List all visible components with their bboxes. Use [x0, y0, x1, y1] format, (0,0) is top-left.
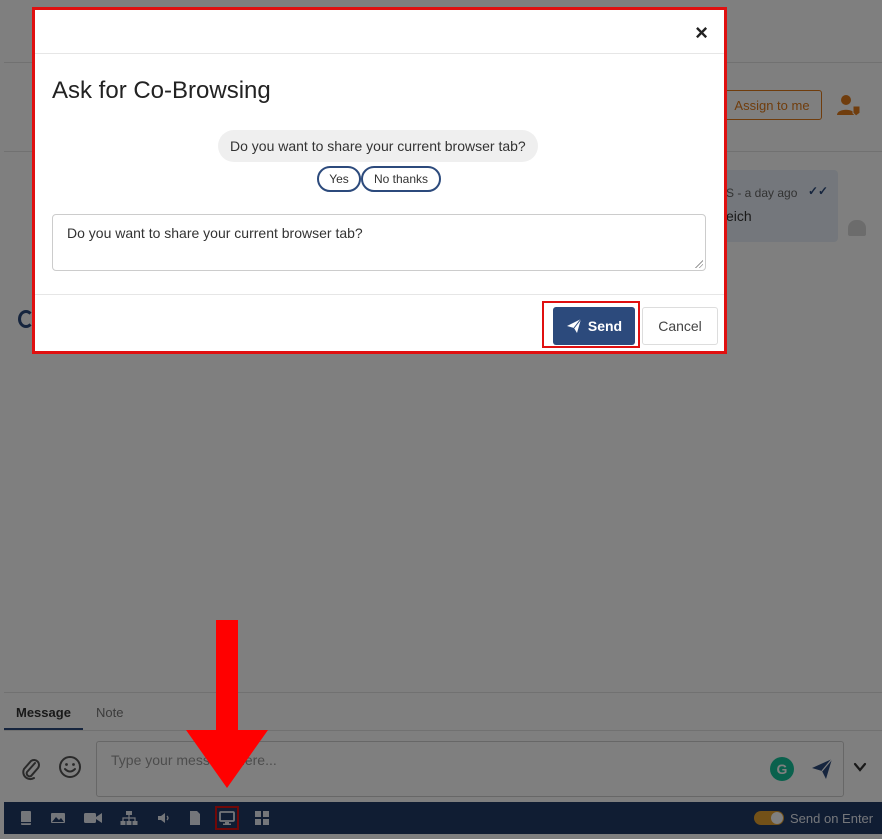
- cancel-button[interactable]: Cancel: [642, 307, 718, 345]
- annotation-arrow-head: [186, 730, 268, 788]
- annotation-arrow-shaft: [216, 620, 238, 732]
- modal-title: Ask for Co-Browsing: [52, 77, 271, 104]
- preview-no-thanks-button[interactable]: No thanks: [361, 166, 441, 192]
- co-browsing-message-textarea[interactable]: Do you want to share your current browse…: [52, 214, 706, 271]
- preview-yes-button[interactable]: Yes: [317, 166, 361, 192]
- modal-footer-divider: [35, 294, 724, 295]
- send-button[interactable]: Send: [553, 307, 635, 345]
- preview-question-bubble: Do you want to share your current browse…: [218, 130, 538, 162]
- textarea-value: Do you want to share your current browse…: [67, 225, 363, 241]
- resize-handle-icon[interactable]: [695, 260, 703, 268]
- close-icon[interactable]: ×: [695, 22, 708, 44]
- paper-plane-icon: [566, 318, 582, 333]
- modal-header-divider: [35, 53, 724, 54]
- co-browsing-modal: × Ask for Co-Browsing Do you want to sha…: [32, 7, 727, 354]
- send-button-label: Send: [587, 318, 623, 334]
